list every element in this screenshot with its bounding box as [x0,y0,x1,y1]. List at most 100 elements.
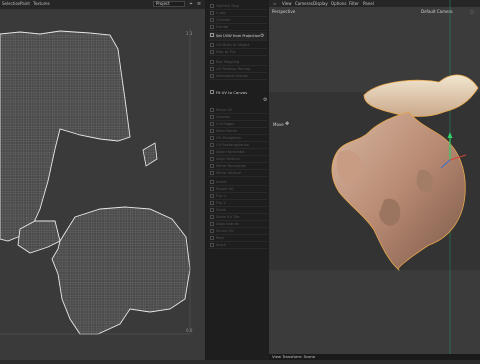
cmd-label: Scale [216,208,226,212]
menu-icon[interactable]: ≡ [196,1,202,7]
cmd-icon [210,243,214,247]
cmd-label: Set UVW from Projection [216,34,261,38]
gizmo-y-arrow [447,132,453,138]
cmd-label: Pack [216,236,225,240]
cmd-icon [210,11,214,15]
cmd-dim-c-5[interactable]: UV Rectangularize [209,142,267,149]
shell-model[interactable] [269,0,480,360]
cmd-icon [210,50,214,54]
cmd-label: UV Rectangularize [216,143,249,147]
set-uvw-from-projection-button[interactable]: Set UVW from Projection ⚙ [209,32,267,41]
status-text: View Transform: Scene [272,354,316,359]
cmd-dim-b-1[interactable]: Map to Tile [209,49,267,56]
cmd-dim-c-7[interactable]: Align Vertical [209,156,267,163]
menu-selection[interactable]: Selection [2,1,20,6]
cmd-label: UV Mesh to Object [216,43,250,47]
cmd-label: Scale UV Tile [216,215,240,219]
uv-canvas[interactable]: 1 1 0 0 [0,9,205,360]
cmd-dim-c-8[interactable]: Mirror Horizontal [209,163,267,170]
cmd-icon [210,201,214,205]
cmd-dim-c-14[interactable]: Scale [209,207,267,214]
cmd-icon [210,90,214,94]
viewport-panel[interactable]: ≡ View Cameras Display Options Filter Pa… [269,0,480,360]
cmd-dim-b-0[interactable]: UV Mesh to Object [209,42,267,49]
cmd-dim-c-0[interactable]: Relax UV [209,107,267,114]
cmd-label: Flip V [216,201,226,205]
cmd-label: Align Islands [216,222,239,226]
cmd-dim-c-13[interactable]: Flip V [209,200,267,207]
cmd-icon [210,115,214,119]
cmd-label: Normalize Islands [216,74,248,78]
cmd-icon [210,208,214,212]
cmd-label: Align Horizontal [216,150,245,154]
cmd-icon [210,18,214,22]
cmd-icon [210,229,214,233]
cmd-icon [210,43,214,47]
cmd-dim-c-6[interactable]: Align Horizontal [209,149,267,156]
cmd-dim-a-3[interactable]: Frontal [209,24,267,31]
cmd-icon [210,67,214,71]
cmd-dim-c-2[interactable]: Cut Edges [209,121,267,128]
cmd-icon [210,33,214,37]
cmd-dim-c-1[interactable]: Unwrap [209,114,267,121]
uv-editor-header: Selection Paint Textures Project ⌖ ≡ [0,0,205,9]
project-dropdown[interactable]: Project [153,1,185,7]
cmd-label: Box Mapping [216,60,240,64]
cmd-icon [210,222,214,226]
cmd-icon [210,236,214,240]
fit-uv-to-canvas-button[interactable]: Fit UV to Canvas [209,88,267,96]
cmd-icon [210,215,214,219]
uv-editor-panel: Selection Paint Textures Project ⌖ ≡ 1 1… [0,0,205,360]
cmd-label: Relax UV [216,108,233,112]
cmd-label: Cut Edges [216,122,235,126]
cmd-dim-c-17[interactable]: Shrink UV [209,228,267,235]
gear-icon[interactable]: ⚙ [260,34,265,39]
cmd-label: Invert [216,180,227,184]
cmd-label: Stack [216,243,226,247]
cmd-label: UV Straighten [216,136,242,140]
cmd-dim-c-11[interactable]: Rotate 90 [209,186,267,193]
cmd-dim-a-2[interactable]: Cylinder [209,17,267,24]
cmd-label: Frontal [216,25,229,29]
cmd-icon [210,157,214,161]
cmd-dim-c-15[interactable]: Scale UV Tile [209,214,267,221]
cmd-label: Shrink UV [216,229,234,233]
cmd-icon [210,180,214,184]
cmd-dim-a-1[interactable]: Cubic [209,10,267,17]
cmd-dim-c-4[interactable]: UV Straighten [209,135,267,142]
cmd-dim-b-2[interactable]: Box Mapping [209,59,267,66]
uv-island-bottom[interactable] [17,206,191,335]
cmd-label: Cubic [216,11,227,15]
menu-paint[interactable]: Paint [20,1,30,6]
cmd-dim-b-3[interactable]: UV Padding Remap [209,66,267,73]
cmd-label: Unwrap [216,115,230,119]
cmd-icon [210,143,214,147]
cmd-label: Map to Tile [216,50,236,54]
cmd-dim-b-4[interactable]: Normalize Islands [209,73,267,80]
cmd-icon [210,164,214,168]
cmd-label: Weld Points [216,129,237,133]
cmd-icon [210,187,214,191]
cmd-dim-c-9[interactable]: Mirror Vertical [209,170,267,177]
cmd-dim-c-18[interactable]: Pack [209,235,267,242]
uv-island-small[interactable] [142,142,158,167]
cmd-label: Align Vertical [216,157,240,161]
cmd-dim-c-3[interactable]: Weld Points [209,128,267,135]
cmd-dim-c-12[interactable]: Flip U [209,193,267,200]
gear-icon-2[interactable]: ⚙ [263,97,267,103]
cmd-dim-c-16[interactable]: Align Islands [209,221,267,228]
uv-tick-bottom: 0 0 [186,328,193,333]
uv-commands-panel: Optimal Map Cubic Cylinder Frontal Set U… [205,0,269,360]
pin-icon[interactable]: ⌖ [188,1,194,7]
cmd-dim-c-19[interactable]: Stack [209,242,267,249]
cmd-dim-a-0[interactable]: Optimal Map [209,3,267,10]
uv-mesh-view [0,29,191,335]
cmd-icon [210,150,214,154]
menu-textures[interactable]: Textures [33,1,50,6]
cmd-dim-c-10[interactable]: Invert [209,179,267,186]
cmd-icon [210,25,214,29]
cmd-icon [210,171,214,175]
cmd-icon [210,136,214,140]
cmd-label: Optimal Map [216,4,239,8]
cmd-icon [210,60,214,64]
